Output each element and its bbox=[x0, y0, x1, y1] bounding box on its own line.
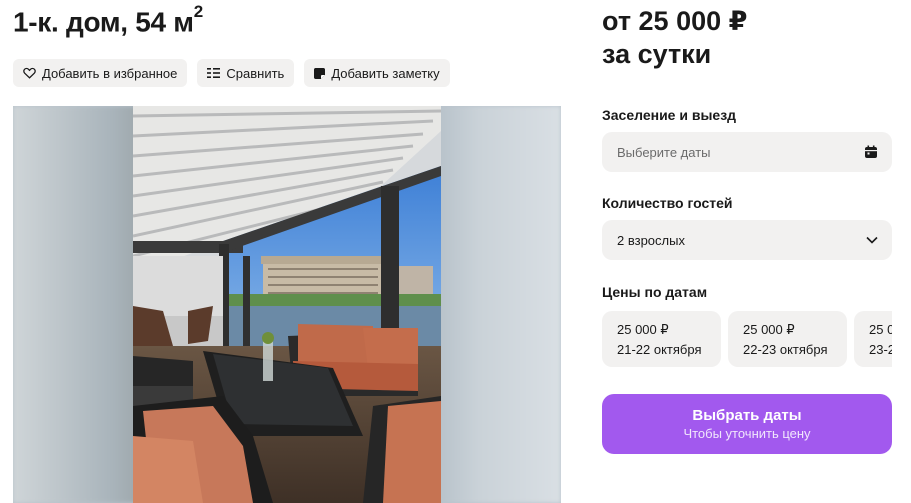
compare-icon bbox=[207, 68, 221, 78]
date-price-card[interactable]: 25 000 ₽ 23-24 октября bbox=[854, 311, 892, 367]
date-price-amount: 25 000 ₽ bbox=[869, 322, 892, 337]
date-picker-placeholder: Выберите даты bbox=[617, 144, 711, 160]
price-heading: от 25 000 ₽ за сутки bbox=[602, 5, 747, 71]
heart-icon bbox=[23, 67, 36, 79]
price-period: за сутки bbox=[602, 39, 712, 69]
select-dates-label: Выбрать даты bbox=[692, 407, 802, 424]
note-icon bbox=[314, 67, 326, 79]
compare-label: Сравнить bbox=[226, 65, 285, 81]
listing-title-text: 1-к. дом, 54 м bbox=[13, 6, 194, 38]
guests-select[interactable]: 2 взрослых bbox=[602, 220, 892, 260]
chevron-down-icon bbox=[866, 236, 878, 244]
terrace-photo bbox=[133, 106, 441, 503]
select-dates-sublabel: Чтобы уточнить цену bbox=[683, 426, 811, 441]
compare-button[interactable]: Сравнить bbox=[197, 59, 295, 87]
date-price-range: 21-22 октября bbox=[617, 342, 702, 357]
date-price-range: 22-23 октября bbox=[743, 342, 828, 357]
listing-title-sup: 2 bbox=[193, 2, 203, 21]
prices-by-date-label: Цены по датам bbox=[602, 284, 708, 300]
guests-label: Количество гостей bbox=[602, 195, 733, 211]
date-picker-field[interactable]: Выберите даты bbox=[602, 132, 892, 172]
add-note-button[interactable]: Добавить заметку bbox=[304, 59, 450, 87]
listing-title: 1-к. дом, 54 м2 bbox=[13, 2, 203, 38]
listing-photo[interactable] bbox=[133, 106, 441, 503]
photo-gallery[interactable] bbox=[13, 106, 561, 503]
checkin-label: Заселение и выезд bbox=[602, 107, 737, 123]
guests-value: 2 взрослых bbox=[617, 232, 685, 248]
date-price-amount: 25 000 ₽ bbox=[617, 322, 669, 337]
date-price-card[interactable]: 25 000 ₽ 22-23 октября bbox=[728, 311, 847, 367]
date-price-amount: 25 000 ₽ bbox=[743, 322, 795, 337]
add-to-favorites-button[interactable]: Добавить в избранное bbox=[13, 59, 188, 87]
calendar-icon bbox=[865, 145, 877, 158]
price-line: от 25 000 ₽ bbox=[602, 6, 748, 36]
add-note-label: Добавить заметку bbox=[331, 65, 440, 81]
select-dates-button[interactable]: Выбрать даты Чтобы уточнить цену bbox=[602, 394, 892, 454]
date-prices-list: 25 000 ₽ 21-22 октября 25 000 ₽ 22-23 ок… bbox=[602, 311, 892, 367]
listing-actions: Добавить в избранное Сравнить Добавить з… bbox=[13, 59, 450, 87]
add-to-favorites-label: Добавить в избранное bbox=[42, 65, 178, 81]
date-price-card[interactable]: 25 000 ₽ 21-22 октября bbox=[602, 311, 721, 367]
date-price-range: 23-24 октября bbox=[869, 342, 892, 357]
